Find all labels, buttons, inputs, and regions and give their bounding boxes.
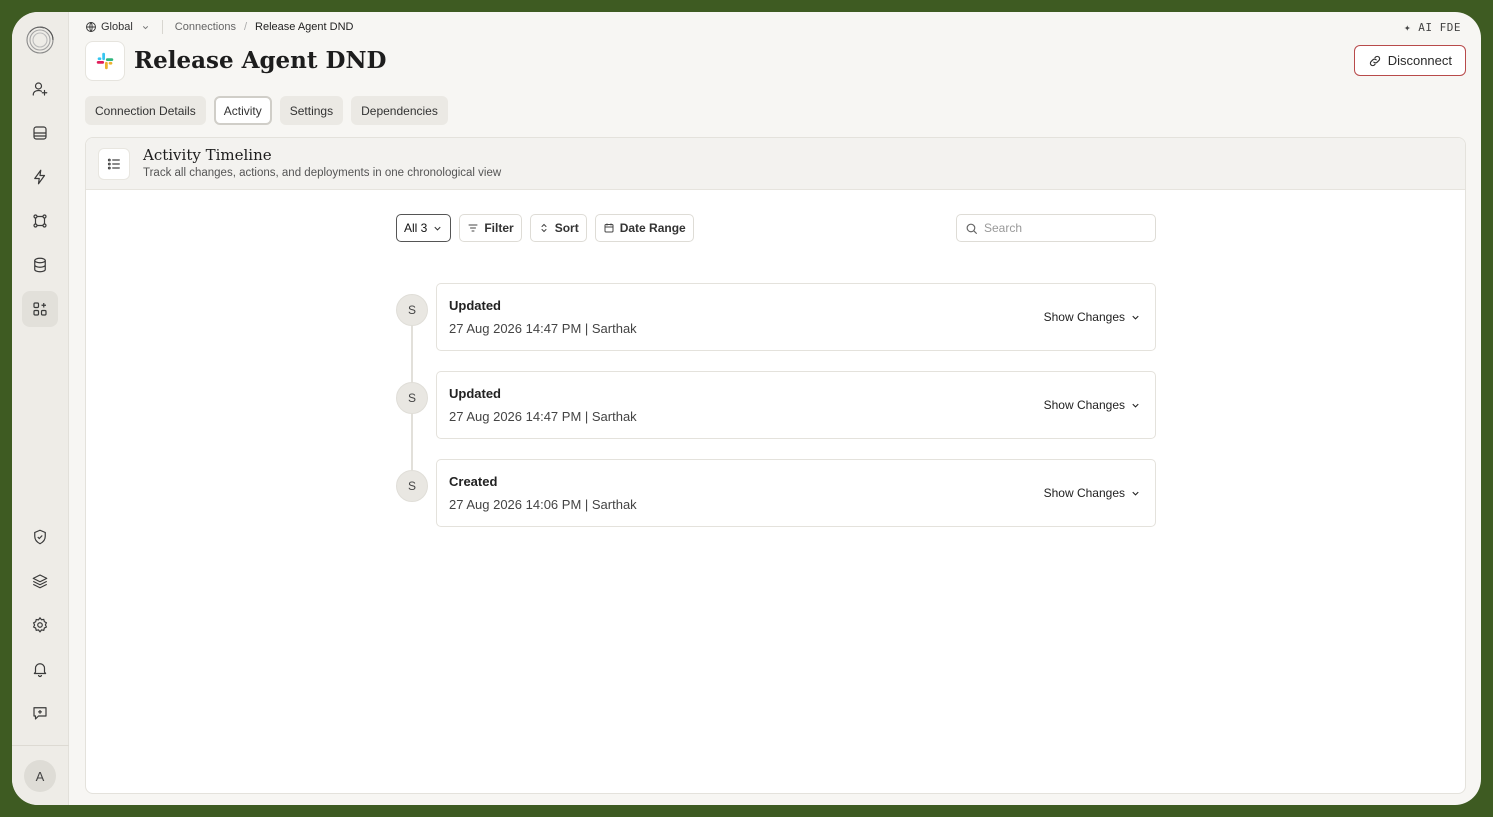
- sort-label: Sort: [554, 221, 579, 235]
- disconnect-label: Disconnect: [1387, 53, 1452, 68]
- sidebar-item-security[interactable]: [22, 519, 58, 555]
- sort-button[interactable]: Sort: [529, 214, 587, 242]
- chevron-down-icon: [1132, 315, 1139, 320]
- inbox-icon: [33, 126, 47, 140]
- calendar-icon: [604, 223, 614, 233]
- show-changes-label: Show Changes: [1043, 398, 1125, 412]
- timeline-entry: Updated 27 Aug 2026 14:47 PM | Sarthak S…: [436, 283, 1156, 351]
- chevron-down-icon: [1132, 491, 1139, 496]
- breadcrumb: Global Connections / Release Agent DND: [85, 16, 353, 38]
- date-range-button[interactable]: Date Range: [594, 214, 694, 242]
- panel-title: Activity Timeline: [143, 146, 272, 164]
- sort-icon: [541, 223, 547, 233]
- link-icon: [1369, 55, 1380, 66]
- timeline-avatar: S: [396, 294, 428, 326]
- logo-icon[interactable]: [24, 24, 56, 56]
- tab-dependencies[interactable]: Dependencies: [351, 96, 448, 125]
- search-input[interactable]: [984, 221, 1144, 235]
- bell-icon: [33, 663, 47, 678]
- activity-panel: Activity Timeline Track all changes, act…: [85, 137, 1466, 794]
- show-changes-label: Show Changes: [1043, 310, 1125, 324]
- sidebar-divider: [12, 745, 69, 746]
- chevron-down-icon: [434, 226, 441, 231]
- sidebar-item-triggers[interactable]: [22, 159, 58, 195]
- entry-meta: 27 Aug 2026 14:47 PM | Sarthak: [449, 409, 637, 424]
- gear-icon: [32, 616, 48, 633]
- breadcrumb-current: Release Agent DND: [255, 21, 354, 33]
- entry-meta: 27 Aug 2026 14:06 PM | Sarthak: [449, 497, 637, 512]
- entry-action: Updated: [449, 386, 501, 401]
- all-filter-dropdown[interactable]: All 3: [396, 214, 452, 242]
- sidebar-item-workflows[interactable]: [22, 203, 58, 239]
- tab-activity[interactable]: Activity: [213, 96, 272, 125]
- sidebar-item-feedback[interactable]: [22, 695, 58, 731]
- chevron-down-icon: [1132, 403, 1139, 408]
- entry-action: Updated: [449, 298, 501, 313]
- entry-action: Created: [449, 474, 498, 489]
- page-title: Release Agent DND: [134, 47, 387, 74]
- search-box: [956, 214, 1156, 242]
- database-icon: [34, 257, 46, 273]
- workflow-icon: [33, 214, 47, 228]
- user-plus-icon: [32, 82, 48, 96]
- all-filter-label: All 3: [404, 221, 428, 235]
- tab-bar: Connection Details Activity Settings Dep…: [85, 96, 448, 125]
- timeline-avatar: S: [396, 382, 428, 414]
- filter-button[interactable]: Filter: [459, 214, 522, 242]
- apps-icon: [33, 302, 47, 316]
- sidebar-item-settings[interactable]: [22, 607, 58, 643]
- timeline-avatar: S: [396, 470, 428, 502]
- list-icon: [98, 148, 130, 180]
- show-changes-label: Show Changes: [1043, 486, 1125, 500]
- globe-icon: [86, 22, 96, 32]
- slack-logo-icon: [85, 41, 125, 81]
- search-icon: [966, 223, 977, 234]
- divider: [161, 20, 163, 34]
- chevron-down-icon[interactable]: [141, 23, 150, 32]
- sidebar-item-layers[interactable]: [22, 563, 58, 599]
- sidebar-item-users[interactable]: [22, 71, 58, 107]
- panel-header: Activity Timeline Track all changes, act…: [86, 138, 1465, 190]
- show-changes-button[interactable]: Show Changes: [1044, 398, 1141, 412]
- layers-icon: [32, 574, 48, 589]
- disconnect-button[interactable]: Disconnect: [1353, 45, 1466, 76]
- sidebar-item-connections[interactable]: [22, 291, 58, 327]
- ai-fde-button[interactable]: ✦ AI FDE: [1404, 16, 1461, 38]
- sidebar-item-notifications[interactable]: [22, 651, 58, 687]
- timeline-entry: Updated 27 Aug 2026 14:47 PM | Sarthak S…: [436, 371, 1156, 439]
- app-window: A Global Connections / Release Agent DND…: [12, 12, 1481, 805]
- tab-settings[interactable]: Settings: [279, 96, 344, 125]
- show-changes-button[interactable]: Show Changes: [1044, 310, 1141, 324]
- date-range-label: Date Range: [619, 221, 686, 235]
- shield-icon: [34, 529, 46, 545]
- feedback-icon: [33, 707, 47, 720]
- sidebar-item-inbox[interactable]: [22, 115, 58, 151]
- scope-selector[interactable]: Global: [101, 21, 133, 33]
- tab-connection-details[interactable]: Connection Details: [85, 96, 206, 125]
- filter-label: Filter: [484, 221, 514, 235]
- panel-subtitle: Track all changes, actions, and deployme…: [143, 167, 502, 179]
- breadcrumb-connections[interactable]: Connections: [175, 21, 236, 33]
- breadcrumb-separator: /: [243, 21, 248, 33]
- bolt-icon: [34, 169, 46, 185]
- entry-meta: 27 Aug 2026 14:47 PM | Sarthak: [449, 321, 637, 336]
- show-changes-button[interactable]: Show Changes: [1044, 486, 1141, 500]
- avatar[interactable]: A: [24, 760, 56, 792]
- activity-toolbar: All 3 Filter Sort Date Range: [396, 214, 694, 242]
- sidebar-item-database[interactable]: [22, 247, 58, 283]
- sidebar: A: [12, 12, 69, 805]
- timeline-entry: Created 27 Aug 2026 14:06 PM | Sarthak S…: [436, 459, 1156, 527]
- filter-icon: [468, 224, 478, 232]
